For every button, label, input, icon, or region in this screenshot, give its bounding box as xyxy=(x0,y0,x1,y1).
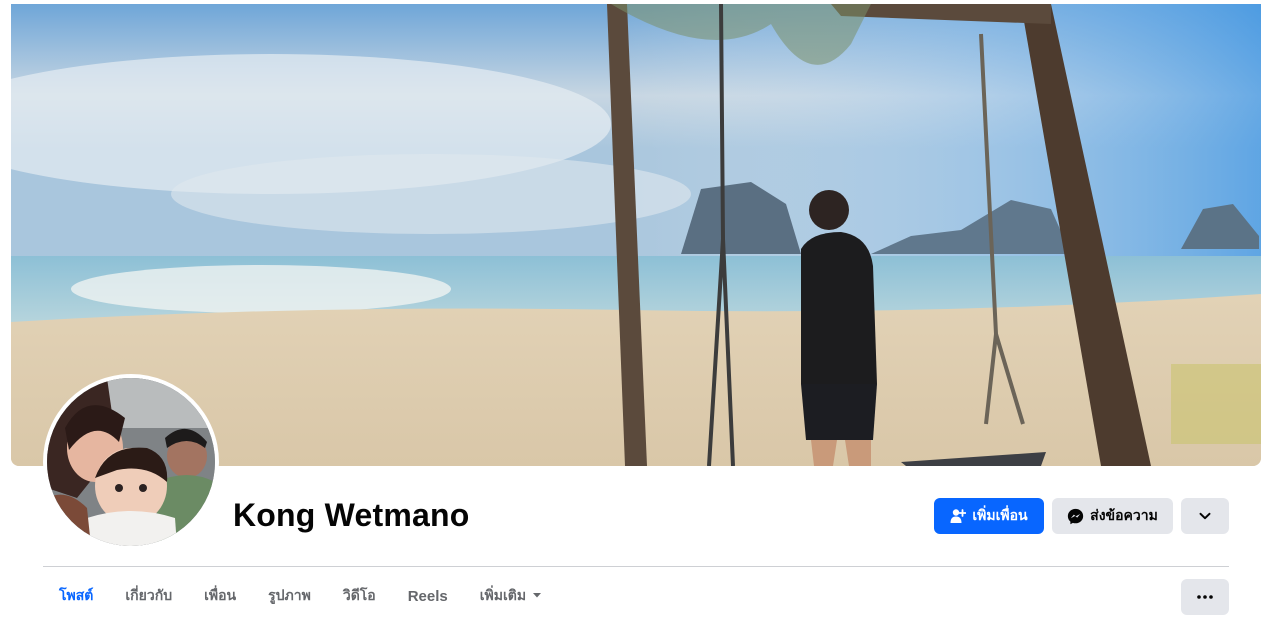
tab-friends-label: เพื่อน xyxy=(204,588,237,604)
profile-tabs: โพสต์ เกี่ยวกับ เพื่อน รูปภาพ วิดีโอ Ree… xyxy=(43,575,558,617)
tab-posts-label: โพสต์ xyxy=(59,588,94,604)
ellipsis-icon xyxy=(1197,595,1213,599)
tab-posts[interactable]: โพสต์ xyxy=(43,575,109,617)
tab-videos[interactable]: วิดีโอ xyxy=(327,575,392,617)
cover-photo-image xyxy=(11,4,1261,466)
header-divider xyxy=(43,566,1229,567)
profile-avatar[interactable] xyxy=(43,374,219,550)
tab-photos[interactable]: รูปภาพ xyxy=(252,575,327,617)
person-add-icon xyxy=(950,508,967,524)
message-label: ส่งข้อความ xyxy=(1090,508,1158,524)
add-friend-label: เพิ่มเพื่อน xyxy=(972,508,1028,524)
tab-photos-label: รูปภาพ xyxy=(268,588,311,604)
cover-photo[interactable] xyxy=(11,4,1261,466)
add-friend-button[interactable]: เพิ่มเพื่อน xyxy=(934,498,1044,534)
tab-videos-label: วิดีโอ xyxy=(342,588,376,604)
tab-reels[interactable]: Reels xyxy=(392,575,464,617)
tab-about[interactable]: เกี่ยวกับ xyxy=(109,575,188,617)
profile-options-dropdown-button[interactable] xyxy=(1181,498,1229,534)
tab-more-label: เพิ่มเติม xyxy=(479,588,527,604)
more-options-button[interactable] xyxy=(1181,579,1229,615)
avatar-image xyxy=(47,378,215,546)
tab-friends[interactable]: เพื่อน xyxy=(188,575,252,617)
caret-down-icon xyxy=(532,588,542,604)
message-button[interactable]: ส่งข้อความ xyxy=(1052,498,1173,534)
messenger-icon xyxy=(1067,508,1084,525)
tab-more[interactable]: เพิ่มเติม xyxy=(464,575,558,617)
profile-name: Kong Wetmano xyxy=(233,497,470,533)
tab-reels-label: Reels xyxy=(407,587,448,605)
tab-about-label: เกี่ยวกับ xyxy=(125,588,173,604)
chevron-down-icon xyxy=(1198,509,1212,523)
